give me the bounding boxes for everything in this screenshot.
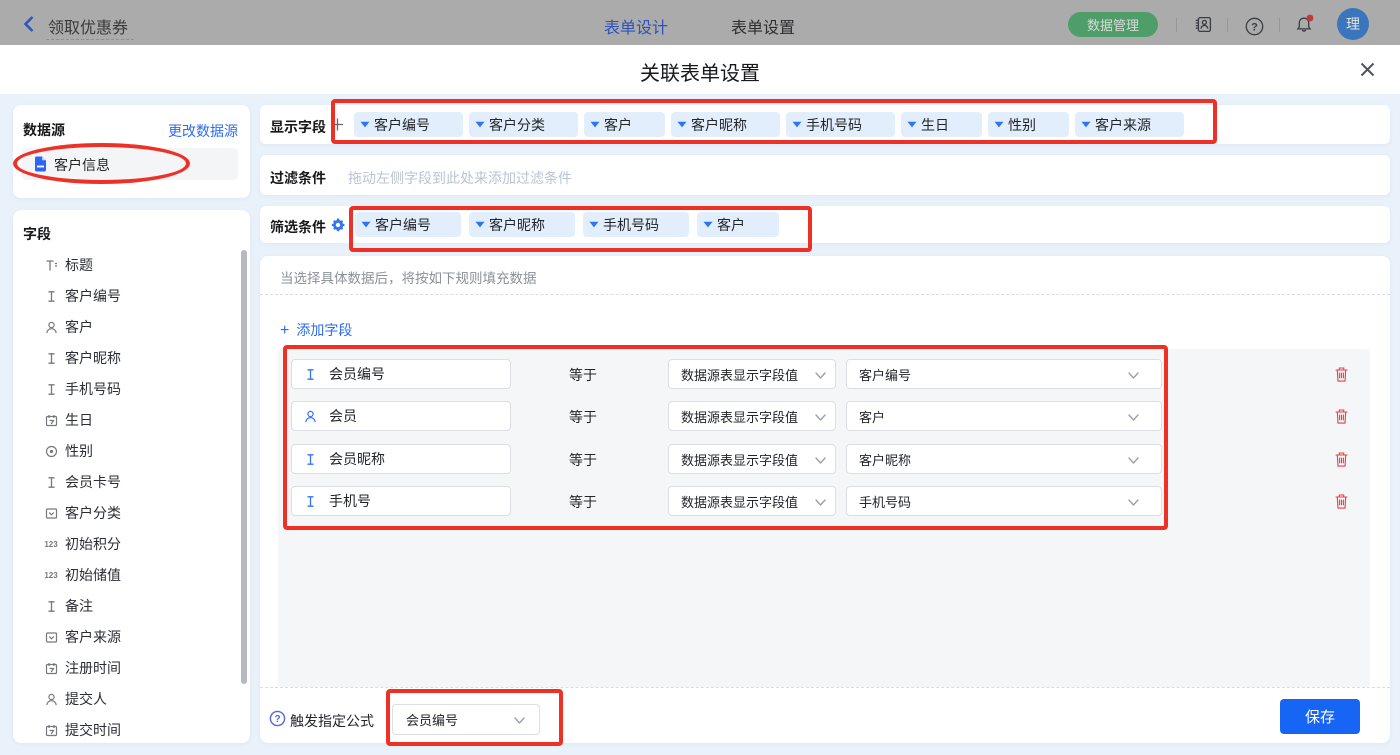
svg-text:?: ?	[1251, 21, 1258, 33]
svg-text:?: ?	[274, 714, 280, 725]
